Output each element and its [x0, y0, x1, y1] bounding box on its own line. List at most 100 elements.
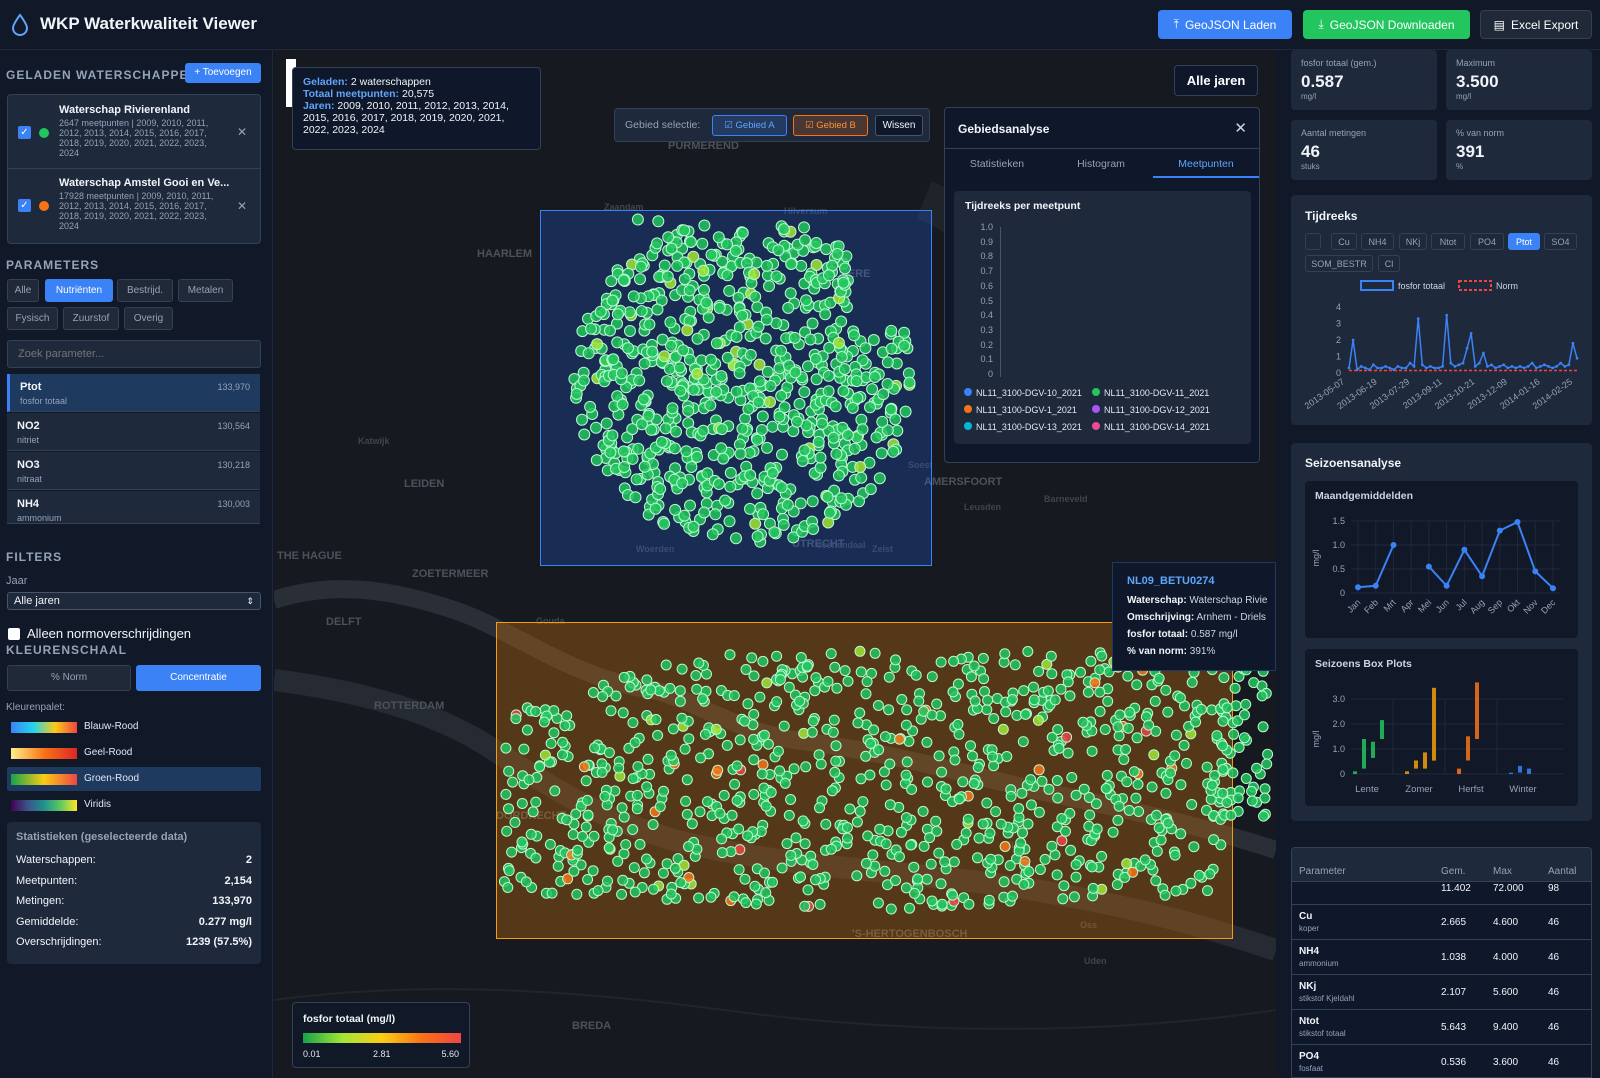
- year-badge[interactable]: Alle jaren: [1174, 65, 1258, 96]
- palette-yellow-red[interactable]: Geel-Rood: [7, 741, 261, 765]
- param-tag[interactable]: PO4: [1470, 233, 1504, 250]
- param-group-other[interactable]: Overig: [124, 307, 173, 330]
- measurement-point: [861, 676, 873, 688]
- remove-icon[interactable]: ✕: [237, 199, 247, 213]
- box: [1353, 771, 1357, 774]
- waterschap-item[interactable]: ✓ Waterschap Amstel Gooi en Ve... 17928 …: [8, 169, 260, 243]
- year-select[interactable]: Alle jaren ⇕: [7, 592, 261, 610]
- measurement-point: [790, 832, 802, 844]
- param-item-no3[interactable]: NO3 nitraat 130,218: [7, 452, 260, 490]
- measurement-point: [674, 685, 686, 697]
- param-tag[interactable]: Cl: [1378, 255, 1400, 272]
- measurement-point: [939, 856, 951, 868]
- measurement-point: [1113, 730, 1125, 742]
- param-group-metals[interactable]: Metalen: [178, 279, 233, 302]
- area-b-button[interactable]: ☑ Gebied B: [793, 115, 868, 136]
- area-a-button[interactable]: ☑ Gebied A: [712, 115, 787, 136]
- param-tag[interactable]: Cu: [1331, 233, 1357, 250]
- measurement-point: [851, 870, 863, 882]
- geojson-load-button[interactable]: ⤒ GeoJSON Laden: [1158, 10, 1292, 39]
- measurement-point: [658, 350, 671, 363]
- tab-statistics[interactable]: Statistieken: [945, 148, 1049, 178]
- measurement-point: [516, 836, 528, 848]
- measurement-point: [1022, 818, 1034, 830]
- measurement-point: [1148, 749, 1160, 761]
- param-tag[interactable]: NH4: [1361, 233, 1394, 250]
- measurement-point: [862, 830, 874, 842]
- data-point: [1575, 356, 1579, 360]
- tab-measurement-points[interactable]: Meetpunten: [1153, 148, 1259, 178]
- measurement-point: [1101, 769, 1113, 781]
- measurement-point: [972, 762, 984, 773]
- param-group-all[interactable]: Alle: [7, 279, 39, 302]
- param-group-nutrients[interactable]: Nutriënten: [45, 279, 113, 302]
- norm-only-checkbox[interactable]: [8, 628, 20, 640]
- measurement-point: [626, 452, 639, 465]
- param-item-ptot[interactable]: Ptot fosfor totaal 133,970: [7, 374, 260, 412]
- waterschap-checkbox[interactable]: ✓: [18, 199, 31, 212]
- excel-export-button[interactable]: ▤ Excel Export: [1480, 10, 1592, 39]
- monthly-point: [1550, 585, 1556, 592]
- measurement-point: [756, 768, 768, 780]
- measurement-point: [779, 777, 791, 789]
- measurement-point: [730, 330, 743, 343]
- measurement-point: [676, 712, 688, 724]
- measurement-point: [510, 713, 522, 725]
- measurement-point: [885, 903, 897, 915]
- measurement-point: [912, 873, 924, 885]
- measurement-point: [851, 392, 864, 405]
- measurement-point: [978, 673, 990, 685]
- measurement-point: [1028, 681, 1039, 693]
- palette-green-red[interactable]: Groen-Rood: [7, 767, 261, 791]
- measurement-point: [634, 838, 646, 850]
- measurement-point: [744, 348, 757, 361]
- param-tag[interactable]: SOM_BESTR: [1305, 255, 1373, 272]
- param-group-oxygen[interactable]: Zuurstof: [63, 307, 119, 330]
- y-tick-label: 3.0: [1332, 694, 1345, 704]
- measurement-point: [697, 424, 710, 437]
- x-tick-label: Feb: [1362, 597, 1380, 615]
- measurement-point: [977, 818, 989, 830]
- measurement-point: [799, 900, 811, 912]
- close-icon[interactable]: ✕: [1234, 119, 1247, 137]
- geojson-download-button[interactable]: ⤓ GeoJSON Downloaden: [1303, 10, 1470, 39]
- scale-norm-button[interactable]: % Norm: [7, 665, 131, 691]
- parameter-search-input[interactable]: [7, 340, 261, 368]
- palette-blue-red[interactable]: Blauw-Rood: [7, 715, 261, 739]
- measurement-point: [684, 499, 696, 512]
- map-view[interactable]: HAARLEM ALMERE AMERSFOORT UTRECHT THE HAGUE Z…: [274, 50, 1276, 1078]
- tab-histogram[interactable]: Histogram: [1049, 148, 1153, 178]
- param-tag[interactable]: Ptot: [1508, 233, 1540, 250]
- param-tag[interactable]: SO4: [1544, 233, 1577, 250]
- scale-concentration-button[interactable]: Concentratie: [136, 665, 261, 691]
- chevron-updown-icon: ⇕: [246, 596, 254, 606]
- measurement-point: [617, 274, 630, 287]
- param-item-no2[interactable]: NO2 nitriet 130,564: [7, 413, 260, 451]
- param-tag[interactable]: NKj: [1399, 233, 1427, 250]
- measurement-point: [825, 843, 837, 855]
- measurement-point: [852, 717, 864, 729]
- measurement-point: [622, 342, 634, 355]
- measurement-point: [948, 655, 960, 667]
- measurement-point: [999, 648, 1011, 660]
- waterschap-checkbox[interactable]: ✓: [18, 126, 31, 139]
- measurement-point: [837, 276, 850, 289]
- param-group-pesticides[interactable]: Bestrijd.: [117, 279, 173, 302]
- measurement-point: [697, 264, 710, 277]
- palette-viridis[interactable]: Viridis: [7, 793, 261, 817]
- waterschap-item[interactable]: ✓ Waterschap Rivierenland 2647 meetpunte…: [8, 95, 260, 169]
- param-item-nh4[interactable]: NH4 ammonium 130,003: [7, 491, 260, 524]
- measurement-point: [590, 454, 603, 467]
- remove-icon[interactable]: ✕: [237, 125, 247, 139]
- parameters-heading: PARAMETERS: [6, 258, 100, 272]
- param-group-physical[interactable]: Fysisch: [7, 307, 58, 330]
- measurement-point: [921, 873, 933, 885]
- param-tag[interactable]: Ntot: [1431, 233, 1465, 250]
- add-waterschap-button[interactable]: + Toevoegen: [185, 63, 261, 83]
- measurement-point: [733, 367, 746, 380]
- param-tag[interactable]: [1305, 233, 1321, 250]
- measurement-point: [710, 723, 722, 735]
- measurement-point: [855, 471, 868, 484]
- area-clear-button[interactable]: Wissen: [875, 115, 923, 136]
- measurement-point: [1085, 655, 1097, 667]
